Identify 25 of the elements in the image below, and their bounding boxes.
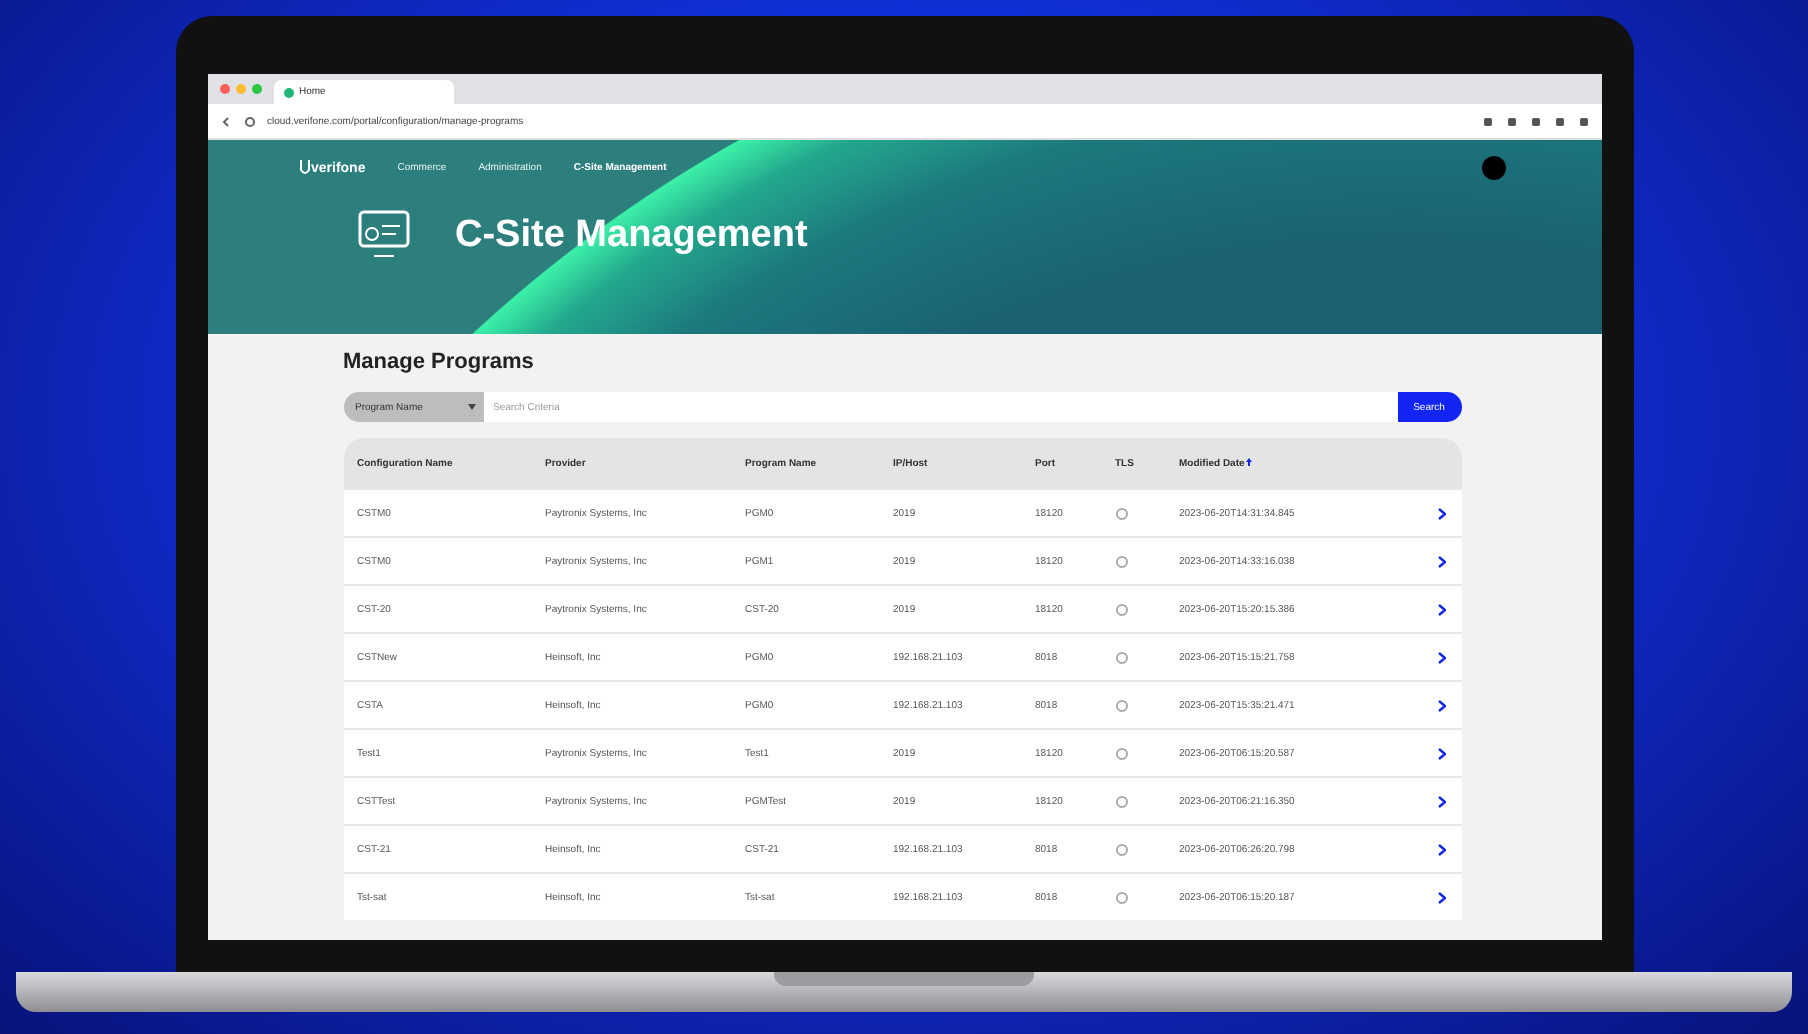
tls-radio[interactable] [1115,747,1127,759]
tls-radio[interactable] [1115,651,1127,663]
tls-radio[interactable] [1115,555,1127,567]
sort-icon[interactable] [1246,457,1253,465]
chevron-right-icon[interactable] [1437,555,1445,567]
dropdown-caret-icon[interactable] [467,404,475,410]
chevron-right-icon[interactable] [1437,651,1445,663]
page-header-title: C-Site Management [455,214,808,258]
chevron-right-icon[interactable] [1437,795,1445,807]
chevron-right-icon[interactable] [1437,603,1445,615]
chevron-right-icon[interactable] [1437,891,1445,903]
avatar[interactable] [1481,156,1505,180]
chevron-right-icon[interactable] [1437,699,1445,711]
chevron-right-icon[interactable] [1437,507,1445,519]
chevron-right-icon[interactable] [1437,843,1445,855]
chevron-right-icon[interactable] [1437,747,1445,759]
tls-radio[interactable] [1115,699,1127,711]
section-title: Manage Programs [343,350,536,374]
tls-radio[interactable] [1115,795,1127,807]
back-icon[interactable] [219,115,231,127]
tls-radio[interactable] [1115,507,1127,519]
tls-radio[interactable] [1115,843,1127,855]
tls-radio[interactable] [1115,603,1127,615]
tls-radio[interactable] [1115,891,1127,903]
reload-icon[interactable] [243,115,255,127]
